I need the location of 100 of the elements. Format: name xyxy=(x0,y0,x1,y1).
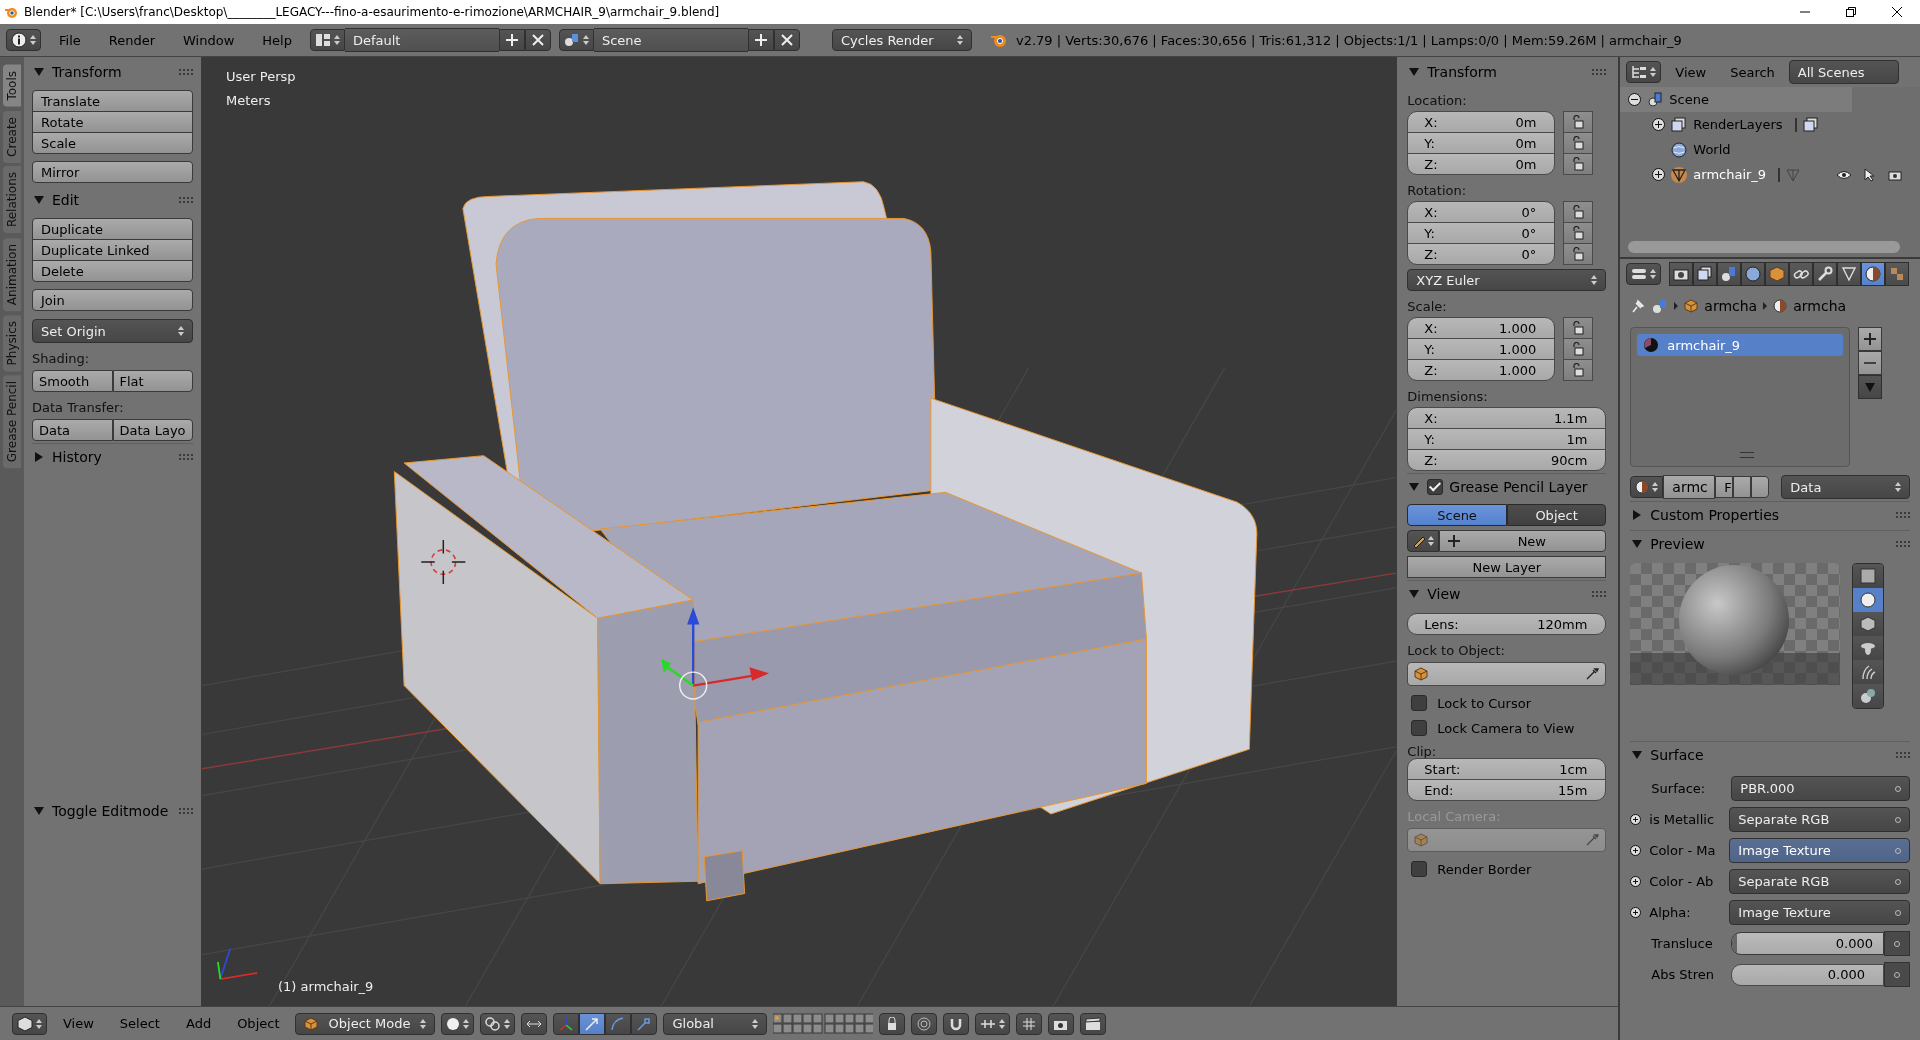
menu-item[interactable]: Object xyxy=(227,1016,290,1031)
expand-icon[interactable] xyxy=(1652,118,1666,131)
properties-tab[interactable] xyxy=(1837,262,1862,286)
editor-type-button[interactable] xyxy=(1626,263,1662,285)
eye-icon[interactable] xyxy=(1836,168,1853,181)
menu-item[interactable]: File xyxy=(49,32,91,48)
data-transfer-button[interactable]: Data xyxy=(32,419,113,441)
expand-icon[interactable] xyxy=(1630,907,1642,918)
number-field[interactable]: X: 1.000 xyxy=(1407,317,1556,339)
number-field[interactable]: Z: 1.000 xyxy=(1407,359,1556,381)
drag-handle-icon[interactable] xyxy=(1592,69,1607,75)
padlock-button[interactable] xyxy=(1563,317,1594,339)
padlock-button[interactable] xyxy=(1563,243,1594,265)
object-field[interactable] xyxy=(1407,828,1607,852)
properties-tab[interactable] xyxy=(1693,262,1718,286)
shading-button[interactable]: Flat xyxy=(112,370,193,392)
scrollbar[interactable] xyxy=(1628,241,1900,253)
number-field[interactable]: Start: 1cm xyxy=(1407,758,1607,780)
preview-shape-button[interactable] xyxy=(1853,684,1884,708)
menu-item[interactable]: Select xyxy=(109,1016,170,1031)
drag-handle-icon[interactable] xyxy=(1896,752,1910,758)
drag-handle-icon[interactable] xyxy=(1896,541,1910,547)
eyedropper-icon[interactable] xyxy=(1585,667,1600,681)
snap-button[interactable] xyxy=(943,1012,970,1035)
number-field[interactable]: 0.000 xyxy=(1731,963,1884,986)
menu-item[interactable]: Add xyxy=(175,1016,222,1031)
menu-item[interactable]: Window xyxy=(173,32,245,48)
snap-target-button[interactable] xyxy=(1016,1012,1043,1035)
number-field[interactable]: Z: 90cm xyxy=(1407,449,1607,471)
transform-gizmo-icon[interactable] xyxy=(661,607,770,700)
disclosure-triangle-icon[interactable] xyxy=(35,452,43,462)
number-field[interactable]: X: 0° xyxy=(1407,201,1556,223)
tool-tab[interactable]: Grease Pencil xyxy=(3,375,21,469)
new-layer-button[interactable]: New Layer xyxy=(1407,556,1607,578)
number-field[interactable]: Y: 1.000 xyxy=(1407,338,1556,360)
disclosure-triangle-icon[interactable] xyxy=(34,196,44,204)
collapse-icon[interactable] xyxy=(1628,93,1642,106)
translate-manipulator-button[interactable] xyxy=(579,1012,606,1035)
lens-field[interactable]: Lens: 120mm xyxy=(1407,613,1607,635)
tool-button[interactable]: Delete xyxy=(32,260,193,282)
tool-tab[interactable]: Relations xyxy=(3,166,21,234)
disclosure-triangle-icon[interactable] xyxy=(1633,510,1642,520)
expand-icon[interactable] xyxy=(1630,845,1642,856)
number-field[interactable]: Y: 0m xyxy=(1407,132,1556,154)
orientation-dropdown[interactable]: Global xyxy=(663,1012,768,1035)
drag-handle-icon[interactable] xyxy=(179,454,193,460)
node-link-dropdown[interactable]: Image Texture xyxy=(1729,900,1910,925)
tool-button[interactable]: Scale xyxy=(32,132,193,154)
layer-grid-icon[interactable] xyxy=(773,1012,874,1035)
lock-layers-button[interactable] xyxy=(879,1012,906,1035)
checkbox[interactable] xyxy=(1411,861,1428,877)
menu-item[interactable]: View xyxy=(53,1016,104,1031)
properties-tab[interactable] xyxy=(1741,262,1766,286)
editor-type-button[interactable] xyxy=(6,29,41,51)
expand-icon[interactable] xyxy=(1630,814,1642,825)
disclosure-triangle-icon[interactable] xyxy=(1409,483,1420,491)
disclosure-triangle-icon[interactable] xyxy=(34,68,44,76)
tool-button[interactable]: Translate xyxy=(32,90,193,112)
preview-shape-button[interactable] xyxy=(1853,564,1884,588)
editor-type-button[interactable] xyxy=(1626,61,1662,83)
socket-icon[interactable] xyxy=(1884,962,1910,987)
preview-shape-button[interactable] xyxy=(1853,588,1884,612)
properties-tab[interactable] xyxy=(1717,262,1742,286)
menu-item[interactable]: Search xyxy=(1720,64,1785,80)
menu-item[interactable]: View xyxy=(1665,64,1717,80)
material-slot[interactable]: armchair_9 xyxy=(1637,334,1844,356)
pencil-dropdown[interactable] xyxy=(1407,530,1440,552)
outliner-row[interactable]: RenderLayers xyxy=(1620,112,1920,137)
remove-button[interactable] xyxy=(773,29,800,51)
layout-name-field[interactable]: Default xyxy=(344,28,499,52)
disclosure-triangle-icon[interactable] xyxy=(1409,590,1420,598)
checkbox[interactable] xyxy=(1411,720,1428,736)
outliner-row[interactable]: Scene xyxy=(1620,87,1853,112)
drag-handle-icon[interactable] xyxy=(179,808,193,814)
shading-dropdown[interactable] xyxy=(441,1012,475,1035)
remove-slot-button[interactable] xyxy=(1858,351,1883,375)
add-slot-button[interactable] xyxy=(1858,327,1883,351)
manipulator-center-button[interactable] xyxy=(521,1012,548,1035)
padlock-button[interactable] xyxy=(1563,132,1594,154)
outliner-row[interactable]: World xyxy=(1620,137,1920,162)
mode-dropdown[interactable]: Object Mode xyxy=(295,1012,436,1035)
display-mode-dropdown[interactable]: All Scenes xyxy=(1788,60,1899,84)
node-link-dropdown[interactable]: Separate RGB xyxy=(1729,869,1910,894)
tool-button[interactable]: Duplicate xyxy=(32,218,193,240)
expand-icon[interactable] xyxy=(1652,168,1666,181)
tool-button[interactable]: Mirror xyxy=(32,161,193,183)
drag-handle-icon[interactable] xyxy=(179,197,193,203)
menu-item[interactable]: Render xyxy=(98,32,166,48)
render-animation-button[interactable] xyxy=(1080,1012,1107,1035)
source-tab[interactable]: Scene xyxy=(1407,504,1507,526)
disclosure-triangle-icon[interactable] xyxy=(34,807,44,815)
screen-layout-button[interactable] xyxy=(309,29,345,51)
number-field[interactable]: Z: 0° xyxy=(1407,243,1556,265)
preview-shape-button[interactable] xyxy=(1853,660,1884,684)
preview-shape-button[interactable] xyxy=(1853,636,1884,660)
add-button[interactable] xyxy=(747,29,774,51)
number-field[interactable]: X: 0m xyxy=(1407,111,1556,133)
padlock-button[interactable] xyxy=(1563,111,1594,133)
drag-handle-icon[interactable] xyxy=(1592,591,1607,597)
padlock-button[interactable] xyxy=(1563,201,1594,223)
